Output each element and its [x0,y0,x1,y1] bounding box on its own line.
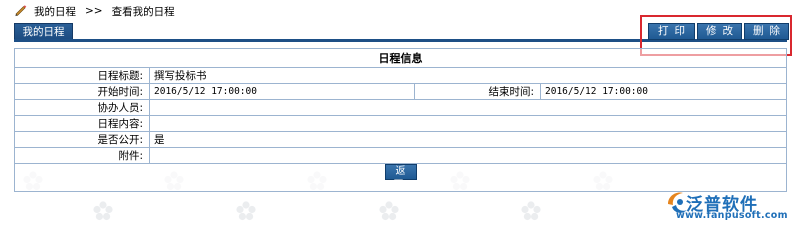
form-row-time: 开始时间: 2016/5/12 17:00:00 结束时间: 2016/5/12… [14,83,787,100]
field-label-start-time: 开始时间: [14,83,150,100]
form-row-assistants: 协办人员: [14,99,787,116]
form-title: 日程信息 [14,48,787,68]
field-value-content [149,115,787,132]
breadcrumb: 我的日程 >> 查看我的日程 [14,3,175,19]
pencil-icon [14,3,28,17]
field-value-end-time: 2016/5/12 17:00:00 [540,83,787,100]
field-label-end-time: 结束时间: [414,83,541,100]
field-label-assistants: 协办人员: [14,99,150,116]
back-button[interactable]: 返回 [384,164,417,191]
form-row-title: 日程标题: 撰写投标书 [14,67,787,84]
field-value-public: 是 [149,131,787,148]
field-value-start-time: 2016/5/12 17:00:00 [149,83,415,100]
logo-url: www.fanpusoft.com [676,210,788,221]
field-value-assistants [149,99,787,116]
flower-watermark-icon [92,200,114,222]
breadcrumb-item-my-schedule[interactable]: 我的日程 [34,4,76,19]
breadcrumb-separator: >> [85,5,103,17]
form-row-attachment: 附件: [14,147,787,164]
form-row-content: 日程内容: [14,115,787,132]
field-value-title: 撰写投标书 [149,67,787,84]
form-row-public: 是否公开: 是 [14,131,787,148]
field-label-content: 日程内容: [14,115,150,132]
flower-watermark-icon [235,200,257,222]
field-label-title: 日程标题: [14,67,150,84]
field-value-attachment [149,147,787,164]
breadcrumb-item-current: 查看我的日程 [111,5,175,18]
flower-watermark-icon [520,200,542,222]
field-label-public: 是否公开: [14,131,150,148]
schedule-detail-form: 日程信息 日程标题: 撰写投标书 开始时间: 2016/5/12 17:00:0… [14,48,787,192]
flower-watermark-icon [378,200,400,222]
brand-logo: 泛普软件 www.fanpusoft.com [664,188,794,228]
field-label-attachment: 附件: [14,147,150,164]
